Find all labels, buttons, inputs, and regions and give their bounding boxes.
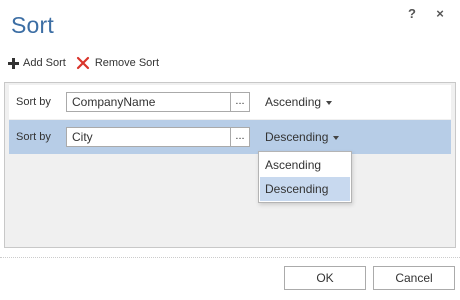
ok-button[interactable]: OK: [284, 266, 366, 290]
sort-order-menu: Ascending Descending: [258, 151, 352, 203]
sort-levels-panel: Sort by CompanyName ... Ascending Sort b…: [4, 82, 456, 248]
menu-item-ascending[interactable]: Ascending: [260, 153, 350, 177]
sort-row-selected[interactable]: Sort by City ... Descending: [9, 120, 451, 154]
toolbar: Add Sort Remove Sort: [8, 56, 169, 70]
remove-sort-button[interactable]: Remove Sort: [76, 56, 159, 70]
sort-order-dropdown[interactable]: Descending: [265, 130, 340, 144]
add-sort-label: Add Sort: [23, 57, 66, 69]
sort-field-input[interactable]: City: [66, 127, 231, 147]
plus-icon: [8, 57, 19, 69]
sort-field-input[interactable]: CompanyName: [66, 92, 231, 112]
cancel-button[interactable]: Cancel: [373, 266, 455, 290]
sort-by-label: Sort by: [16, 96, 51, 108]
sort-order-value: Ascending: [265, 95, 322, 109]
sort-row[interactable]: Sort by CompanyName ... Ascending: [9, 85, 451, 119]
remove-sort-label: Remove Sort: [94, 57, 160, 69]
sort-order-value: Descending: [265, 130, 329, 144]
field-picker-button[interactable]: ...: [231, 127, 250, 147]
close-icon[interactable]: ×: [434, 6, 446, 22]
add-sort-button[interactable]: Add Sort: [8, 57, 66, 69]
chevron-down-icon: [333, 136, 340, 140]
sort-by-label: Sort by: [16, 131, 51, 143]
dialog-title: Sort: [11, 12, 54, 38]
sort-dialog: Sort ? × Add Sort Remove Sort Sort by Co…: [0, 0, 460, 300]
field-picker-button[interactable]: ...: [231, 92, 250, 112]
menu-item-descending[interactable]: Descending: [260, 177, 350, 201]
sort-order-dropdown[interactable]: Ascending: [265, 95, 333, 109]
chevron-down-icon: [326, 101, 333, 105]
remove-icon: [76, 56, 89, 70]
help-icon[interactable]: ?: [406, 6, 418, 22]
footer-divider: [0, 257, 460, 258]
